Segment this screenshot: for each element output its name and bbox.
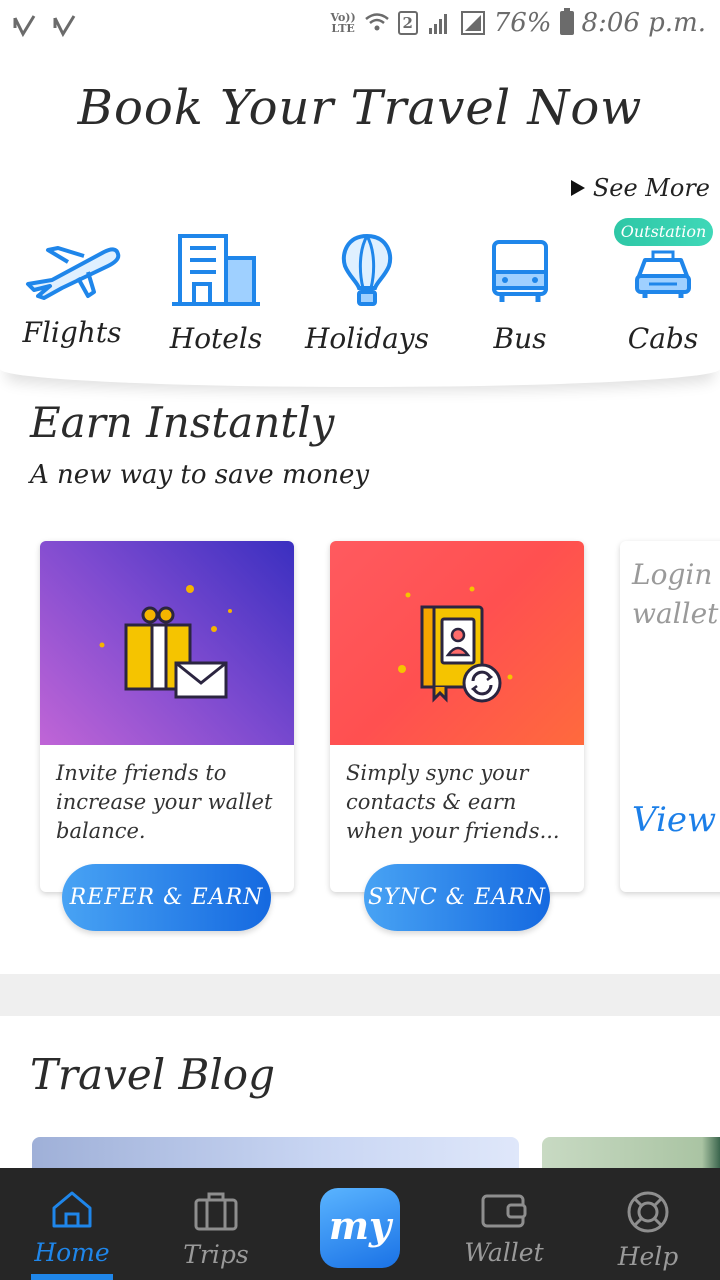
wallet-login-text: Login to view your wallet balance bbox=[632, 558, 720, 630]
category-cabs[interactable]: Cabs bbox=[593, 232, 720, 355]
briefcase-icon bbox=[194, 1192, 238, 1231]
clock: 8:06 p.m. bbox=[581, 8, 706, 38]
category-label: Hotels bbox=[169, 322, 263, 355]
booking-panel: Book Your Travel Now See More Outstation… bbox=[0, 52, 720, 387]
category-label: Cabs bbox=[627, 322, 699, 355]
category-hotels[interactable]: Hotels bbox=[146, 232, 286, 355]
mmt-logo-button[interactable]: my bbox=[320, 1188, 400, 1268]
contact-book-sync-icon bbox=[398, 586, 513, 703]
battery-percent: 76% bbox=[493, 8, 552, 38]
hot-air-balloon-icon bbox=[341, 233, 393, 306]
sync-card-image bbox=[330, 541, 584, 745]
nav-wallet[interactable]: Wallet bbox=[452, 1168, 556, 1280]
refer-card-text: Invite friends to increase your wallet b… bbox=[56, 761, 273, 843]
category-label: Flights bbox=[22, 316, 122, 349]
category-label: Holidays bbox=[305, 322, 429, 355]
sync-card-text: Simply sync your contacts & earn when yo… bbox=[346, 761, 560, 843]
bus-icon bbox=[492, 240, 548, 302]
sync-card[interactable]: Simply sync your contacts & earn when yo… bbox=[330, 541, 584, 892]
earn-section-subtitle: A new way to save money bbox=[30, 460, 370, 490]
nav-help[interactable]: Help bbox=[598, 1168, 698, 1280]
airplane-icon bbox=[26, 246, 121, 300]
lifebuoy-icon bbox=[627, 1191, 669, 1233]
signal-icon bbox=[460, 11, 485, 35]
building-icon bbox=[172, 234, 260, 306]
view-wallet-link[interactable]: View Wallet bbox=[632, 797, 720, 843]
wallet-icon bbox=[481, 1194, 527, 1228]
refer-card[interactable]: Invite friends to increase your wallet b… bbox=[40, 541, 294, 892]
gift-envelope-icon bbox=[99, 585, 232, 699]
section-divider bbox=[0, 974, 720, 1016]
category-bus[interactable]: Bus bbox=[450, 232, 590, 355]
taxi-icon bbox=[635, 250, 691, 298]
sync-earn-button[interactable]: SYNC & EARN bbox=[364, 864, 550, 931]
sim-indicator: 2 bbox=[397, 11, 418, 35]
signal-icon bbox=[428, 14, 447, 34]
wifi-icon bbox=[364, 13, 389, 31]
category-flights[interactable]: Flights bbox=[2, 232, 142, 349]
page-title: Book Your Travel Now bbox=[77, 80, 643, 136]
home-icon bbox=[52, 1191, 92, 1228]
nav-label: Trips bbox=[183, 1240, 249, 1269]
category-holidays[interactable]: Holidays bbox=[297, 232, 437, 355]
nav-trips[interactable]: Trips bbox=[166, 1168, 266, 1280]
nav-label: Help bbox=[617, 1242, 679, 1271]
category-label: Bus bbox=[493, 322, 547, 355]
see-more-link[interactable]: See More bbox=[570, 174, 710, 202]
blog-section-title: Travel Blog bbox=[30, 1050, 275, 1099]
check-notification-icon bbox=[13, 15, 36, 38]
wallet-login-card[interactable]: Login to view your wallet balance View W… bbox=[620, 541, 720, 892]
nav-label: Wallet bbox=[464, 1238, 544, 1267]
refer-card-image bbox=[40, 541, 294, 745]
battery-icon bbox=[559, 8, 574, 35]
active-tab-indicator bbox=[31, 1274, 113, 1280]
status-bar: Vo)) LTE 2 76% 8:06 p.m. bbox=[0, 0, 720, 52]
nav-home[interactable]: Home bbox=[22, 1168, 122, 1280]
refer-earn-button[interactable]: REFER & EARN bbox=[62, 864, 271, 931]
earn-section-title: Earn Instantly bbox=[30, 398, 335, 447]
check-notification-icon bbox=[53, 15, 76, 38]
play-arrow-icon bbox=[570, 180, 585, 196]
volte-indicator: Vo)) LTE bbox=[330, 11, 356, 35]
nav-label: Home bbox=[34, 1238, 110, 1267]
see-more-label: See More bbox=[592, 174, 710, 202]
